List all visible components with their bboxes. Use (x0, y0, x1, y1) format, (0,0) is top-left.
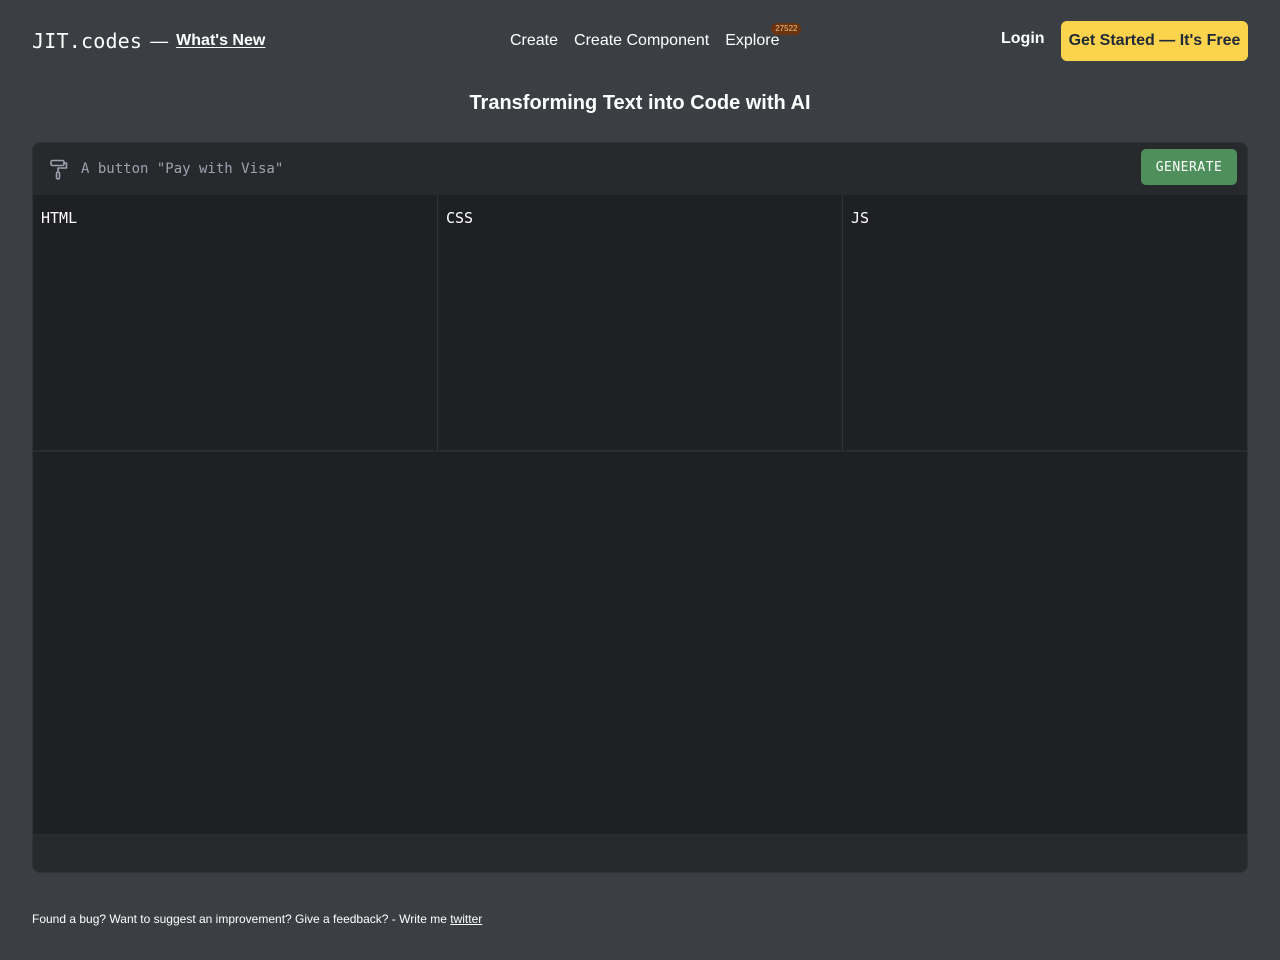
feedback-footer: Found a bug? Want to suggest an improvem… (32, 912, 482, 926)
css-editor[interactable]: CSS (438, 195, 843, 451)
login-link[interactable]: Login (1001, 30, 1045, 48)
nav-explore-label: Explore (725, 32, 780, 49)
paint-roller-icon (49, 159, 69, 181)
nav-create-component[interactable]: Create Component (574, 32, 709, 50)
nav-create[interactable]: Create (510, 32, 558, 50)
generator-panel: GENERATE HTML CSS JS (32, 142, 1248, 873)
prompt-bar: GENERATE (33, 143, 1247, 195)
brand-separator: — (150, 30, 169, 51)
feedback-text: Found a bug? Want to suggest an improvem… (32, 912, 447, 926)
twitter-link[interactable]: twitter (450, 912, 482, 926)
page-title: Transforming Text into Code with AI (469, 92, 811, 114)
js-editor[interactable]: JS (843, 195, 1247, 451)
generate-button[interactable]: GENERATE (1141, 149, 1237, 185)
prompt-input[interactable] (81, 157, 1131, 181)
preview-area (33, 452, 1247, 835)
explore-count-badge: 27522 (771, 23, 802, 35)
html-editor-label: HTML (41, 209, 78, 227)
nav-explore[interactable]: Explore 27522 (725, 23, 802, 50)
top-navbar: JIT.codes — What's New Create Create Com… (0, 0, 1280, 82)
main-nav: Create Create Component Explore 27522 (510, 23, 802, 52)
brand: JIT.codes — What's New (32, 28, 265, 54)
html-editor[interactable]: HTML (33, 195, 438, 451)
whats-new-link[interactable]: What's New (176, 32, 265, 50)
get-started-button[interactable]: Get Started — It's Free (1061, 21, 1248, 61)
css-editor-label: CSS (446, 209, 474, 227)
code-editors: HTML CSS JS (33, 195, 1247, 451)
site-logo[interactable]: JIT.codes (32, 29, 142, 53)
js-editor-label: JS (851, 209, 870, 227)
panel-footer (33, 836, 1247, 872)
